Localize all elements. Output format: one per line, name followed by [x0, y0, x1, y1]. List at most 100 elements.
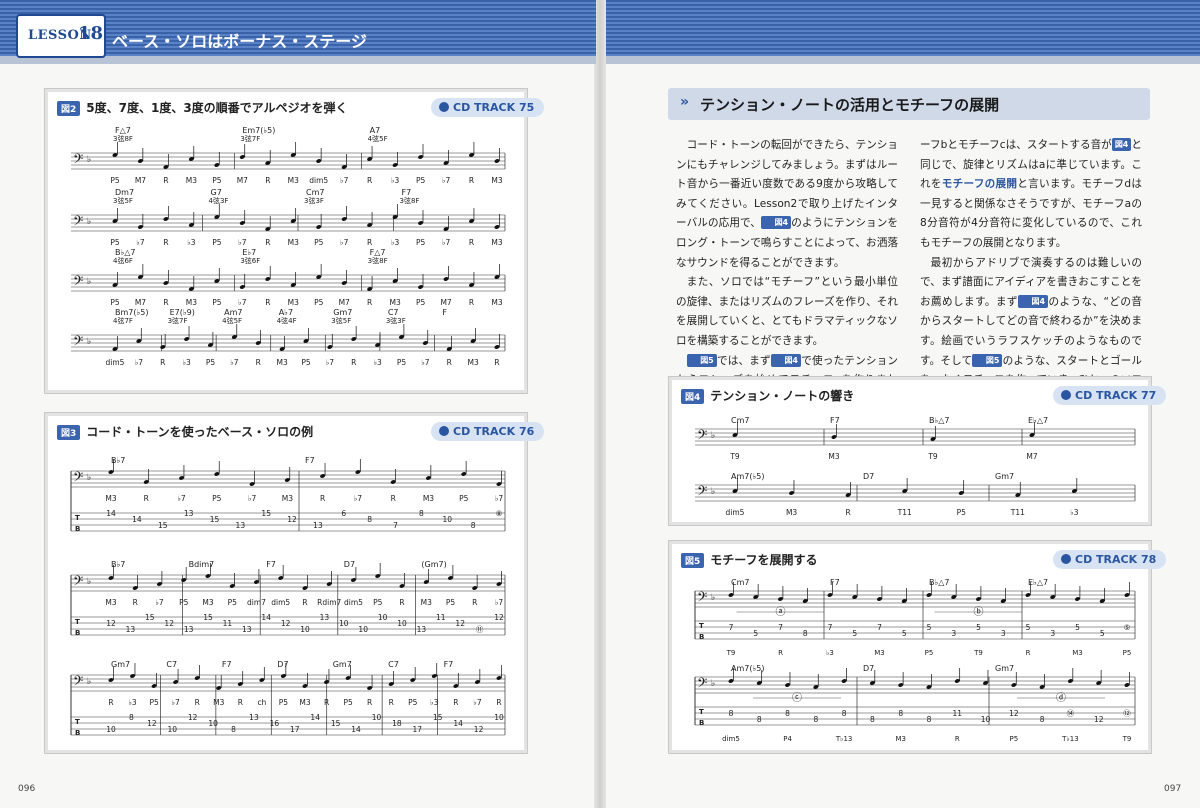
- degree-label: R: [399, 598, 404, 607]
- tab-fret-number: 12: [287, 515, 297, 524]
- degree-label: P5: [110, 176, 120, 185]
- degree-label: R: [367, 176, 372, 185]
- fig4-notation: 𝄢 ♭Cm7 F7 B♭△7 E♭△7T9 M3 T9 M7𝄢 ♭Am7(♭5) D7 Gm7dim…: [695, 416, 1136, 517]
- flat-key-signature: ♭: [87, 577, 91, 587]
- tab-fret-number: 10: [378, 613, 388, 622]
- tab-fret-number: 8: [419, 509, 424, 518]
- chord-symbol: F△7: [115, 126, 131, 135]
- degree-label: ♭7: [354, 494, 363, 503]
- bass-clef-icon: 𝄢: [697, 675, 707, 694]
- string-fret-label: 3弦3F: [304, 196, 324, 205]
- chord-symbol: Gm7: [995, 472, 1014, 481]
- degree-label: T9: [729, 452, 740, 461]
- degree-label: T9: [973, 649, 983, 657]
- degree-label: dim5: [722, 735, 740, 743]
- tab-fret-number: 7: [729, 623, 734, 632]
- fig4-panel: 図4 テンション・ノートの響き CD TRACK 77 𝄢 ♭ Cm7 F7 B♭△7 E♭…: [668, 376, 1167, 526]
- degree-label: R: [955, 735, 960, 743]
- fig5-cd-track: CD TRACK 78: [1075, 553, 1157, 566]
- tab-fret-number: 15: [331, 719, 341, 728]
- degree-label: M3: [390, 298, 401, 307]
- tab-fret-number: 7: [778, 623, 783, 632]
- chord-symbol: E♭7: [242, 248, 256, 257]
- chord-symbol: F7: [830, 416, 840, 425]
- bass-clef-icon: 𝄢: [73, 151, 83, 170]
- tab-label-b: B: [699, 719, 704, 727]
- tab-fret-number: 18: [392, 719, 402, 728]
- degree-label: R: [133, 598, 138, 607]
- tab-label-b: B: [699, 633, 704, 641]
- fig4-title-row: 図4 テンション・ノートの響き: [681, 387, 854, 404]
- cd-icon: [439, 426, 449, 436]
- tab-fret-number: 8: [1040, 715, 1045, 724]
- tab-fret-number: 7: [393, 521, 398, 530]
- fig2-cd-badge: CD TRACK 75: [431, 98, 545, 117]
- cd-icon: [1061, 554, 1071, 564]
- degree-label: R: [144, 494, 149, 503]
- tab-fret-number: 3: [1001, 629, 1006, 638]
- degree-label: R: [256, 358, 261, 367]
- chord-symbol: Em7(♭5): [242, 126, 275, 135]
- tab-fret-number: 10: [106, 725, 116, 734]
- fig5-cd-badge: CD TRACK 78: [1053, 550, 1167, 569]
- degree-label: M3: [423, 494, 434, 503]
- string-fret-label: 4弦3F: [209, 196, 229, 205]
- chord-symbol: F: [442, 308, 447, 317]
- chord-symbol: F7: [266, 560, 276, 569]
- degree-label: R: [367, 298, 372, 307]
- fig3-staff-3: 𝄢 ♭: [71, 673, 505, 692]
- fig4-title: テンション・ノートの響き: [710, 389, 855, 403]
- tab-fret-number: 15: [261, 509, 271, 518]
- fig3-cd-track: CD TRACK 76: [453, 425, 535, 438]
- degree-label: M3: [468, 358, 479, 367]
- flat-key-signature: ♭: [711, 431, 715, 441]
- fig5-tab-1: TB: [695, 620, 1135, 641]
- tab-fret-number: 8: [803, 629, 808, 638]
- degree-label: R: [265, 238, 270, 247]
- chord-symbol: A7: [370, 126, 381, 135]
- degree-label: P5: [343, 698, 353, 707]
- degree-label: ♭7: [495, 494, 504, 503]
- tab-fret-number: 8: [813, 715, 818, 724]
- tab-fret-number: 14: [261, 613, 271, 622]
- degree-label: dim7: [247, 598, 266, 607]
- chord-symbol: Gm7: [111, 660, 130, 669]
- chord-symbol: Dm7: [115, 188, 134, 197]
- fig2-staff-3: 𝄢 ♭: [71, 273, 505, 292]
- tab-fret-number: 12: [281, 619, 291, 628]
- chord-symbol: E♭△7: [1028, 578, 1048, 587]
- degree-label: M3: [105, 494, 116, 503]
- fig2-notation: 𝄢 ♭F△73弦8FEm7(♭5)3弦7FA74弦5FP5 M7 R M3 P5 M7 R M3…: [71, 126, 506, 367]
- tab-fret-number: 10: [300, 625, 310, 634]
- tab-fret-number: 7: [828, 623, 833, 632]
- fig3-panel: 図3 コード・トーンを使ったベース・ソロの例 CD TRACK 76 𝄢 ♭ T B B♭…: [44, 412, 545, 754]
- tab-fret-number: 10: [494, 713, 504, 722]
- tab-fret-number: 8: [231, 725, 236, 734]
- degree-label: R: [472, 598, 477, 607]
- tab-fret-number: 5: [902, 629, 907, 638]
- degree-label: M3: [277, 358, 288, 367]
- fig3-notation: 𝄢 ♭TBB♭7 F7M3 R ♭7 P5 ♭7 M3 R ♭7 R M3 P5 ♭71414151315…: [70, 456, 506, 737]
- degree-label: P5: [397, 358, 407, 367]
- tab-fret-number: 10: [208, 719, 218, 728]
- degree-label: P5: [110, 238, 120, 247]
- tab-fret-number: 10: [981, 715, 991, 724]
- col2-paragraph-1: ーフbとモチーフcは、スタートする音が 図4 と同じで、旋律とリズムはaに準じていま…: [920, 138, 1143, 249]
- fig4-reference: 図4: [760, 216, 792, 230]
- degree-label: M3: [1072, 649, 1083, 657]
- chord-symbol: D7: [863, 472, 874, 481]
- degree-label: ♭7: [238, 238, 247, 247]
- degree-label: P5: [459, 494, 469, 503]
- tab-fret-number: 3: [951, 629, 956, 638]
- flat-key-signature: ♭: [87, 473, 91, 483]
- fig4-reference: 図4: [770, 353, 802, 367]
- fig5-staff-2: 𝄢 ♭: [695, 675, 1135, 694]
- degree-label: P5: [373, 598, 383, 607]
- lesson-badge: LESSON 18: [16, 14, 106, 58]
- degree-label: M3: [895, 735, 906, 743]
- degree-label: P5: [416, 238, 426, 247]
- degree-label: R: [163, 298, 168, 307]
- degree-label: M3: [105, 598, 116, 607]
- degree-label: R: [163, 176, 168, 185]
- tab-label-t: T: [699, 622, 704, 630]
